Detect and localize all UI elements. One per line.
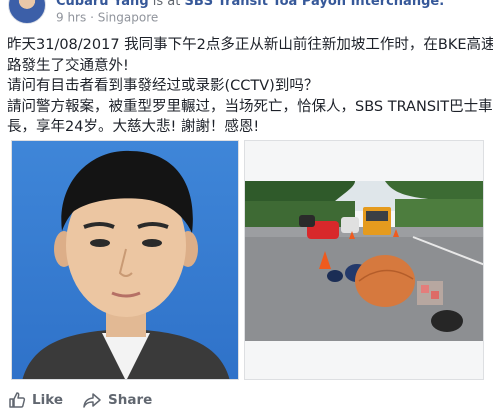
- share-button[interactable]: Share: [82, 389, 152, 411]
- post-header: Cubaru Yang is at SBS Transit Toa Payoh …: [0, 0, 493, 36]
- share-arrow-icon: [83, 393, 101, 408]
- author-avatar[interactable]: [8, 0, 46, 24]
- location-link[interactable]: SBS Transit Toa Payoh Interchange.: [184, 0, 444, 9]
- author-checkin-text: is at: [148, 0, 185, 9]
- author-line: Cubaru Yang is at SBS Transit Toa Payoh …: [56, 0, 444, 9]
- post-text-line: 昨天31/08/2017 我同事下午2点多正从新山前往新加坡工作时，在BKE高速…: [7, 37, 493, 53]
- post-place[interactable]: Singapore: [98, 11, 159, 25]
- thumbs-up-icon: [9, 392, 26, 408]
- post-text-line: 路發生了交通意外!: [7, 57, 129, 74]
- portrait-photo[interactable]: [11, 140, 239, 380]
- meta-separator: ·: [86, 10, 98, 25]
- share-label: Share: [108, 392, 153, 408]
- post-text-line: 请问有目击者看到事發经过或录影(CCTV)到吗？: [7, 78, 319, 94]
- accident-scene-photo[interactable]: [244, 140, 484, 380]
- like-label: Like: [32, 392, 64, 408]
- accident-scene-illustration: [245, 141, 483, 379]
- post-actions: Like Share: [0, 385, 493, 416]
- post-text-line: 長，享年24岁。大慈大悲! 謝謝！感恩!: [7, 119, 260, 135]
- portrait-illustration: [22, 150, 230, 379]
- post-timestamp[interactable]: 9 hrs: [56, 11, 86, 25]
- like-button[interactable]: Like: [8, 389, 63, 411]
- post-text-line: 請问警方報案，被重型罗里輾过，当场死亡，恰保人，SBS TRANSIT巴士車: [7, 98, 493, 115]
- author-name-link[interactable]: Cubaru Yang: [56, 0, 149, 9]
- post-meta: 9 hrs · Singapore: [56, 10, 158, 25]
- post-text: 昨天31/08/2017 我同事下午2点多正从新山前往新加坡工作时，在BKE高速…: [7, 35, 493, 138]
